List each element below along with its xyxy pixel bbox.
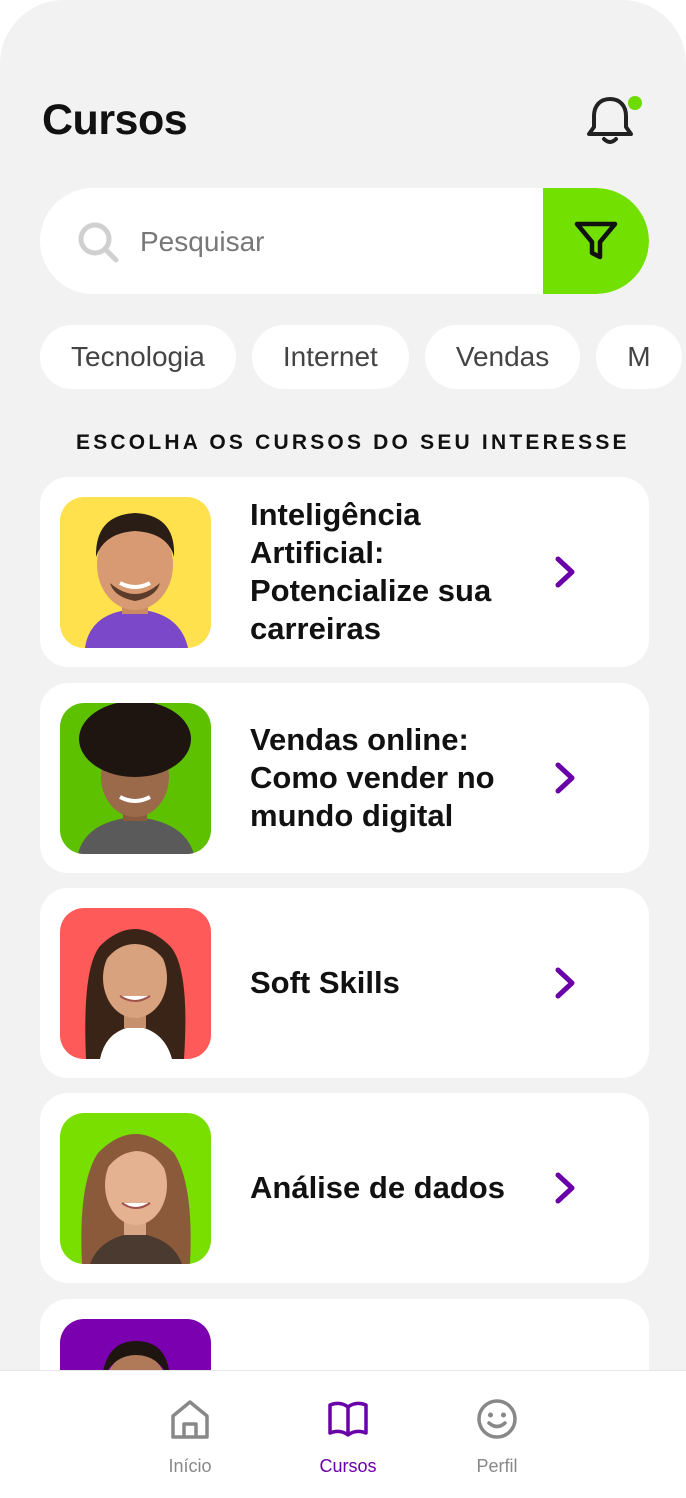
course-card[interactable]: Soft Skills bbox=[40, 888, 649, 1078]
person-photo bbox=[85, 929, 186, 1059]
bell-icon bbox=[587, 97, 633, 144]
nav-item-perfil[interactable]: Perfil bbox=[437, 1397, 557, 1477]
nav-label: Perfil bbox=[476, 1456, 518, 1476]
search-input[interactable] bbox=[138, 216, 532, 268]
app-screen: Cursos Tecnologia Internet Vendas M ESCO… bbox=[0, 0, 686, 1498]
search-icon bbox=[78, 222, 119, 263]
book-icon bbox=[328, 1401, 368, 1437]
section-label: ESCOLHA OS CURSOS DO SEU INTERESSE bbox=[76, 431, 630, 454]
notifications-button[interactable] bbox=[586, 94, 646, 148]
chip-tecnologia[interactable]: Tecnologia bbox=[40, 325, 236, 389]
course-thumbnail bbox=[60, 497, 211, 648]
chevron-right-icon bbox=[555, 762, 575, 794]
course-thumbnail bbox=[60, 908, 211, 1059]
chip-internet[interactable]: Internet bbox=[251, 325, 409, 389]
course-card[interactable]: Análise de dados bbox=[40, 1093, 649, 1283]
course-title: Análise de dados bbox=[250, 1170, 505, 1205]
nav-label: Cursos bbox=[319, 1456, 377, 1476]
person-photo bbox=[78, 703, 194, 854]
home-icon bbox=[171, 1400, 209, 1439]
page-title: Cursos bbox=[42, 96, 188, 144]
chip-vendas[interactable]: Vendas bbox=[424, 325, 581, 389]
chevron-right-icon bbox=[555, 1172, 575, 1204]
filter-icon bbox=[574, 221, 618, 260]
course-title: Soft Skills bbox=[250, 965, 400, 1000]
category-chips: Tecnologia Internet Vendas M bbox=[40, 325, 682, 389]
course-card[interactable]: Inteligência Artificial: Potencialize su… bbox=[40, 477, 649, 667]
course-title: Inteligência Artificial: Potencialize su… bbox=[250, 497, 492, 646]
nav-item-inicio[interactable]: Início bbox=[130, 1397, 250, 1477]
filter-button[interactable] bbox=[543, 188, 649, 294]
notification-badge bbox=[628, 96, 642, 110]
person-photo bbox=[81, 1134, 191, 1264]
person-photo bbox=[85, 513, 188, 648]
search-bar bbox=[40, 188, 649, 294]
course-thumbnail bbox=[60, 1113, 211, 1264]
smile-icon bbox=[477, 1399, 517, 1439]
nav-label: Início bbox=[168, 1456, 212, 1476]
chevron-right-icon bbox=[555, 556, 575, 588]
bottom-navigation: Início Cursos Perfil bbox=[0, 1370, 686, 1498]
course-thumbnail bbox=[60, 703, 211, 854]
chip-partial[interactable]: M bbox=[596, 325, 682, 389]
course-card[interactable]: Vendas online: Como vender no mundo digi… bbox=[40, 683, 649, 873]
nav-item-cursos[interactable]: Cursos bbox=[288, 1397, 408, 1477]
chevron-right-icon bbox=[555, 967, 575, 999]
course-title: Vendas online: Como vender no mundo digi… bbox=[250, 722, 495, 833]
